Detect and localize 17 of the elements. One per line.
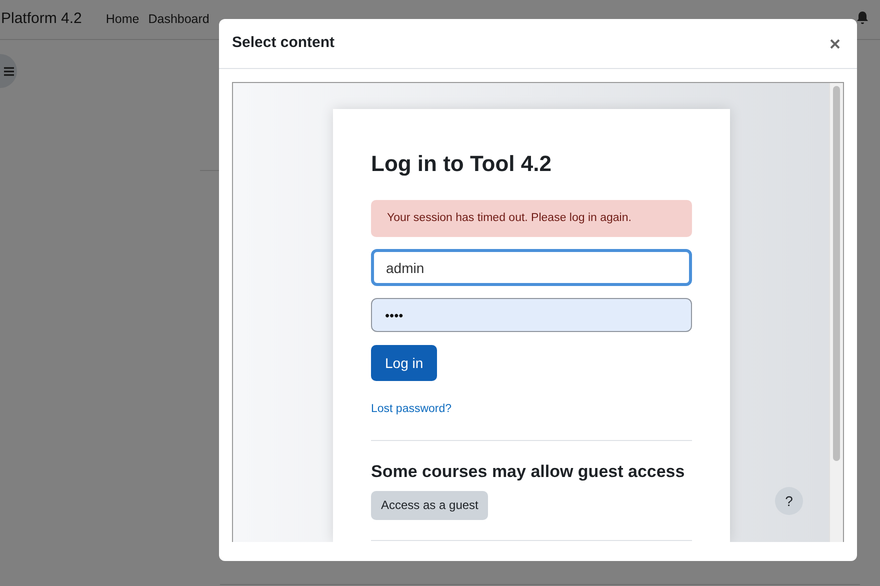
- bell-icon[interactable]: [856, 11, 869, 25]
- guest-access-button[interactable]: Access as a guest: [371, 490, 488, 520]
- modal-title: Select content: [232, 33, 335, 54]
- menu-icon: [4, 66, 14, 76]
- site-name[interactable]: Platform 4.2: [1, 8, 82, 31]
- scrollbar[interactable]: [829, 83, 843, 542]
- guest-heading: Some courses may allow guest access: [371, 461, 686, 483]
- nav-link[interactable]: Dashboard: [148, 10, 210, 29]
- nav-link[interactable]: Home: [106, 10, 140, 29]
- login-title: Log in to Tool 4.2: [371, 150, 552, 178]
- password-field[interactable]: ••••: [371, 298, 692, 332]
- username-field[interactable]: admin: [371, 249, 692, 286]
- lost-password-link[interactable]: Lost password?: [371, 403, 452, 415]
- session-alert: Your session has timed out. Please log in again.: [371, 200, 692, 237]
- close-icon[interactable]: [830, 38, 840, 48]
- login-button[interactable]: Log in: [371, 345, 438, 381]
- help-button[interactable]: ?: [775, 487, 803, 515]
